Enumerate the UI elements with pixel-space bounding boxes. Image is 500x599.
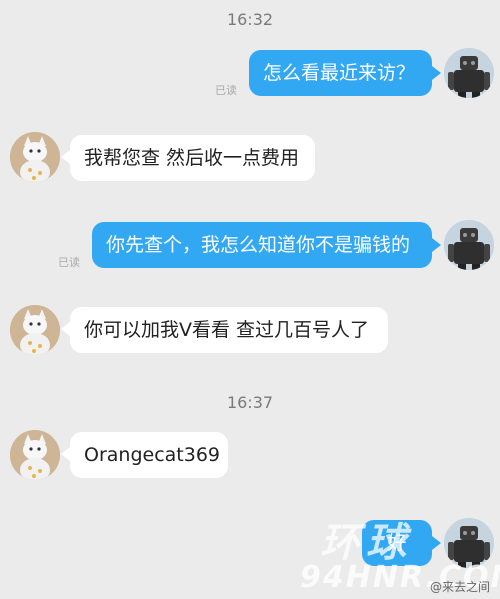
- bubble-tail: [61, 322, 70, 336]
- robot-icon: [444, 220, 494, 270]
- bubble-tail: [432, 536, 441, 550]
- incoming-message-bubble[interactable]: 你可以加我V看看 查过几百号人了: [70, 307, 388, 353]
- cat-icon: [10, 430, 60, 480]
- read-receipt: 已读: [215, 84, 237, 97]
- bubble-tail: [61, 447, 70, 461]
- bubble-tail: [61, 150, 70, 164]
- outgoing-message-bubble[interactable]: 怎么看最近来访？: [249, 50, 432, 96]
- robot-avatar[interactable]: [444, 48, 494, 98]
- robot-avatar[interactable]: [444, 220, 494, 270]
- timestamp: 16:37: [226, 393, 274, 412]
- cat-icon: [10, 305, 60, 355]
- cat-icon: [10, 132, 60, 182]
- incoming-message-bubble[interactable]: 我帮您查 然后收一点费用: [70, 135, 315, 181]
- bubble-tail: [432, 238, 441, 252]
- read-receipt: 已读: [58, 256, 80, 269]
- weibo-watermark: @来去之间: [429, 580, 490, 594]
- bubble-tail: [432, 66, 441, 80]
- timestamp: 16:32: [226, 10, 274, 29]
- incoming-message-bubble[interactable]: Orangecat369: [70, 432, 228, 478]
- cat-avatar[interactable]: [10, 430, 60, 480]
- robot-icon: [444, 48, 494, 98]
- cat-avatar[interactable]: [10, 305, 60, 355]
- outgoing-message-bubble[interactable]: 你先查个，我怎么知道你不是骗钱的: [92, 222, 432, 268]
- cat-avatar[interactable]: [10, 132, 60, 182]
